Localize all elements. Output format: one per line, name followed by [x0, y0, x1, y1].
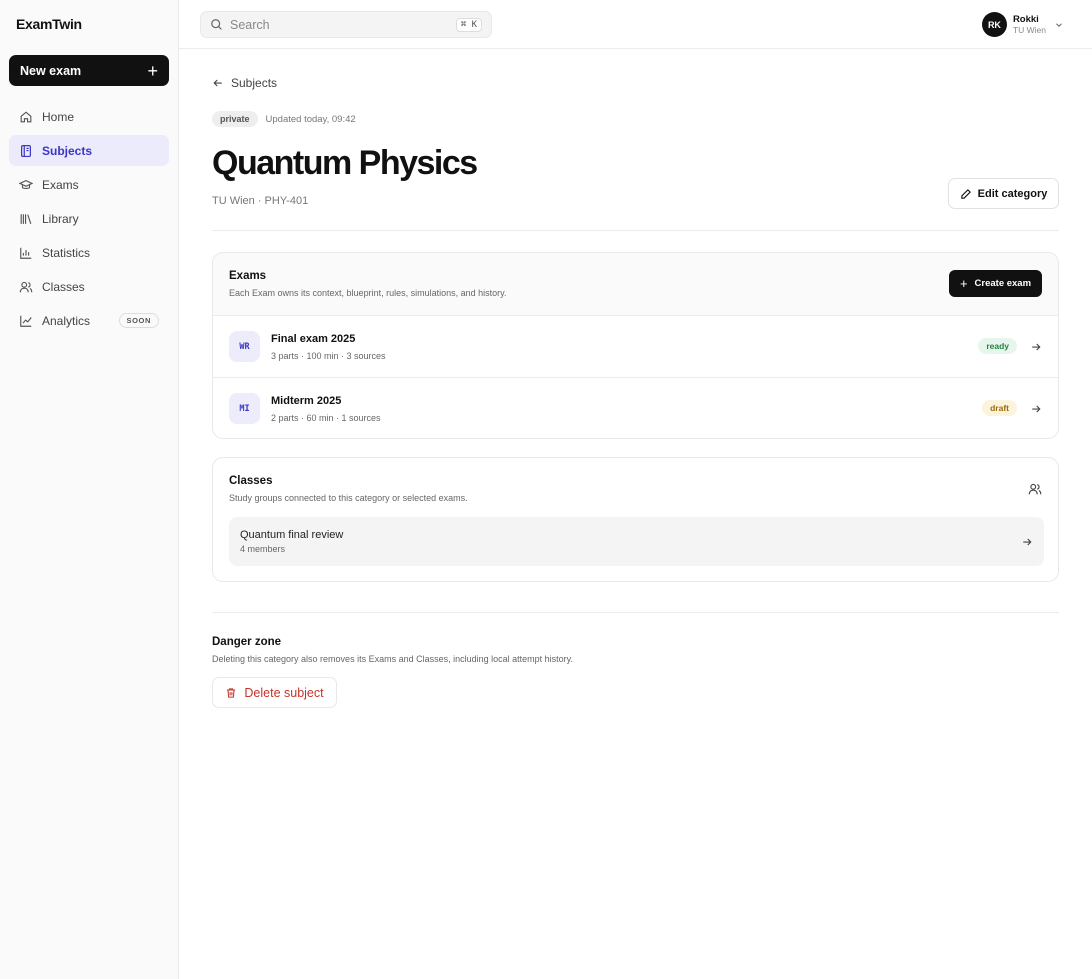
- classes-card: Classes Study groups connected to this c…: [212, 457, 1059, 582]
- pencil-icon: [960, 188, 971, 199]
- exam-row[interactable]: MI Midterm 2025 2 parts · 60 min · 1 sou…: [213, 378, 1058, 438]
- sidebar: ExamTwin New exam + Home Subjects Exams …: [0, 0, 179, 979]
- sidebar-item-label: Home: [42, 109, 75, 124]
- status-badge: ready: [978, 338, 1017, 354]
- users-icon: [1028, 483, 1042, 495]
- plus-icon: +: [147, 60, 158, 81]
- sidebar-item-label: Library: [42, 211, 79, 226]
- visibility-badge: private: [212, 111, 258, 127]
- exams-header: Exams Each Exam owns its context, bluepr…: [213, 253, 1058, 316]
- exams-card: Exams Each Exam owns its context, bluepr…: [212, 252, 1059, 439]
- sidebar-item-label: Analytics: [42, 313, 91, 328]
- create-exam-button[interactable]: + Create exam: [949, 270, 1042, 297]
- chevron-down-icon: [1056, 22, 1062, 27]
- sidebar-item-classes[interactable]: Classes: [9, 271, 169, 302]
- exam-name: Final exam 2025: [271, 333, 356, 345]
- sidebar-item-subjects[interactable]: Subjects: [9, 135, 169, 166]
- danger-zone-description: Deleting this category also removes its …: [212, 654, 573, 664]
- sidebar-item-label: Statistics: [42, 245, 91, 260]
- sidebar-item-statistics[interactable]: Statistics: [9, 237, 169, 268]
- sidebar-item-home[interactable]: Home: [9, 101, 169, 132]
- subject-meta: private Updated today, 09:42: [212, 111, 356, 127]
- exam-name: Midterm 2025: [271, 395, 342, 407]
- status-badge: draft: [982, 400, 1017, 416]
- new-exam-label: New exam: [20, 63, 82, 78]
- arrow-right-icon[interactable]: [1021, 536, 1033, 548]
- brand-logo[interactable]: ExamTwin: [16, 16, 82, 32]
- home-icon: [20, 110, 32, 122]
- shortcut-hint: ⌘ K: [455, 17, 482, 32]
- users-icon: [19, 281, 33, 292]
- classes-description: Study groups connected to this category …: [229, 493, 468, 503]
- sidebar-item-label: Subjects: [42, 143, 93, 158]
- delete-subject-label: Delete subject: [244, 685, 324, 700]
- edit-category-button[interactable]: Edit category: [948, 178, 1059, 209]
- sidebar-item-label: Classes: [42, 279, 85, 294]
- exam-row[interactable]: WR Final exam 2025 3 parts · 100 min · 3…: [213, 316, 1058, 378]
- page-title: Quantum Physics: [212, 144, 478, 182]
- create-exam-label: Create exam: [974, 278, 1032, 289]
- exams-title: Exams: [229, 270, 267, 282]
- trash-icon: [227, 687, 236, 698]
- divider: [212, 612, 1059, 613]
- user-menu[interactable]: RK Rokki TU Wien: [981, 12, 1064, 37]
- plus-icon: +: [959, 276, 968, 291]
- user-info: Rokki TU Wien: [1012, 13, 1046, 35]
- page-subtitle: TU Wien · PHY-401: [212, 195, 309, 207]
- edit-category-label: Edit category: [977, 187, 1048, 200]
- exams-description: Each Exam owns its context, blueprint, r…: [229, 288, 507, 298]
- topbar: ⌘ K RK Rokki TU Wien: [179, 0, 1092, 49]
- bar-chart-icon: [20, 247, 32, 259]
- user-org: TU Wien: [1012, 25, 1046, 35]
- exam-info: 3 parts · 100 min · 3 sources: [271, 351, 386, 361]
- exam-info: 2 parts · 60 min · 1 sources: [271, 413, 381, 423]
- delete-subject-button[interactable]: Delete subject: [212, 677, 337, 708]
- exam-tag: MI: [229, 393, 260, 424]
- updated-timestamp: Updated today, 09:42: [265, 113, 356, 125]
- graduation-cap-icon: [19, 179, 33, 189]
- line-chart-icon: [20, 315, 32, 327]
- sidebar-item-analytics[interactable]: Analytics SOON: [9, 305, 169, 336]
- danger-zone-title: Danger zone: [212, 636, 282, 648]
- class-members: 4 members: [240, 544, 286, 554]
- arrow-left-icon: [213, 79, 222, 87]
- divider: [212, 230, 1059, 231]
- class-name: Quantum final review: [240, 529, 344, 541]
- new-exam-button[interactable]: New exam +: [9, 55, 169, 86]
- back-link[interactable]: Subjects: [212, 76, 277, 90]
- classes-title: Classes: [229, 475, 273, 487]
- avatar: RK: [981, 12, 1007, 37]
- search-icon: [211, 19, 222, 30]
- sidebar-nav: Home Subjects Exams Library Statistics C…: [9, 101, 169, 339]
- library-icon: [20, 213, 32, 224]
- back-label: Subjects: [231, 76, 278, 90]
- sidebar-item-library[interactable]: Library: [9, 203, 169, 234]
- book-icon: [21, 144, 31, 157]
- search-input[interactable]: [230, 17, 456, 32]
- sidebar-item-exams[interactable]: Exams: [9, 169, 169, 200]
- exam-tag: WR: [229, 331, 260, 362]
- soon-badge: SOON: [118, 313, 159, 328]
- search-bar[interactable]: ⌘ K: [200, 11, 492, 38]
- class-item[interactable]: Quantum final review 4 members: [229, 517, 1044, 566]
- arrow-right-icon[interactable]: [1030, 341, 1042, 353]
- sidebar-item-label: Exams: [42, 177, 79, 192]
- arrow-right-icon[interactable]: [1030, 403, 1042, 415]
- user-name: Rokki: [1012, 13, 1039, 25]
